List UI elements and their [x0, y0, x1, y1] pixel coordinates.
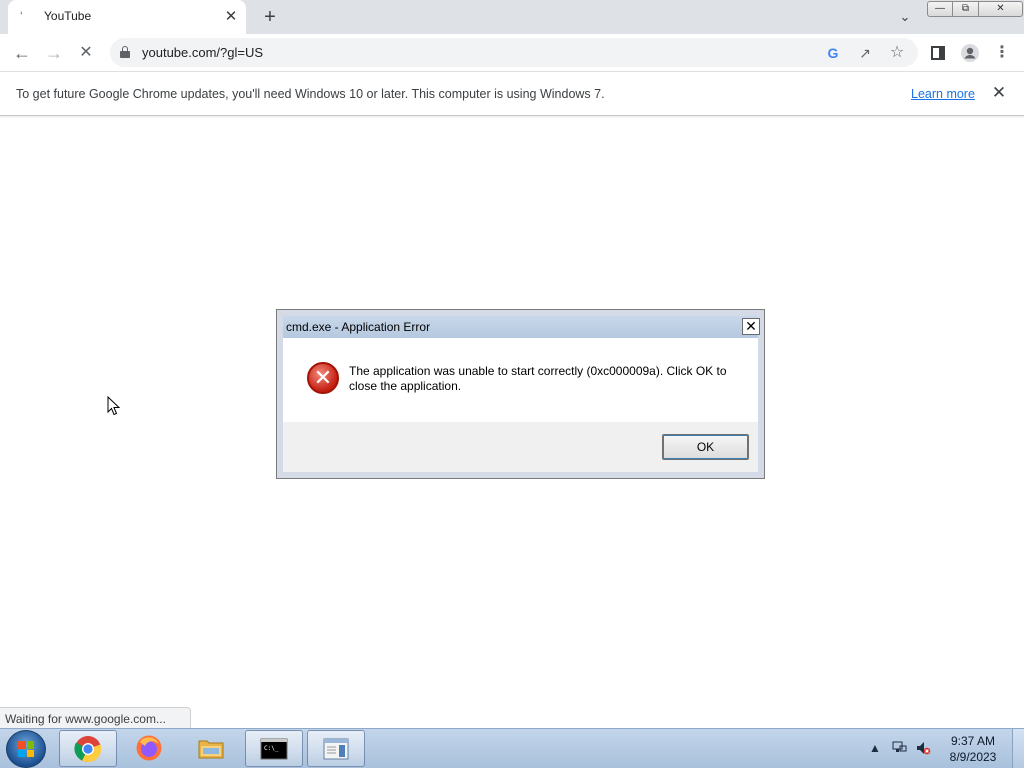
status-text: Waiting for www.google.com... — [5, 712, 166, 726]
update-infobar: To get future Google Chrome updates, you… — [0, 71, 1024, 116]
taskbar-app-firefox[interactable] — [121, 730, 179, 767]
close-window-icon[interactable]: ✕ — [979, 1, 1023, 17]
taskbar: C:\_ ▲ 9:37 AM 8/9/2023 — [0, 728, 1024, 768]
google-icon[interactable]: G — [823, 43, 843, 63]
application-error-dialog: cmd.exe - Application Error ✕ ✕ The appl… — [276, 309, 765, 479]
share-icon[interactable]: ↗ — [855, 43, 875, 63]
firefox-icon — [136, 735, 162, 761]
tab-youtube[interactable]: ‘ YouTube ✕ — [8, 0, 246, 34]
window-controls: — ⧉ ✕ — [927, 1, 1023, 17]
taskbar-app-chrome[interactable] — [59, 730, 117, 767]
chevron-down-icon[interactable]: ⌄ — [894, 6, 916, 28]
taskbar-app-window[interactable] — [307, 730, 365, 767]
tab-strip: ‘ YouTube ✕ + ⌄ — ⧉ ✕ — [0, 0, 1024, 34]
terminal-icon: C:\_ — [260, 738, 288, 760]
dialog-footer: OK — [283, 422, 758, 472]
lock-icon[interactable] — [120, 46, 130, 58]
svg-text:C:\_: C:\_ — [264, 745, 279, 752]
taskbar-app-cmd[interactable]: C:\_ — [245, 730, 303, 767]
dialog-title: cmd.exe - Application Error — [286, 320, 431, 334]
taskbar-app-explorer[interactable] — [183, 730, 241, 767]
clock[interactable]: 9:37 AM 8/9/2023 — [940, 733, 1006, 765]
stop-loading-icon[interactable]: ✕ — [73, 40, 99, 66]
infobar-message: To get future Google Chrome updates, you… — [16, 87, 605, 101]
chrome-icon — [74, 736, 102, 763]
star-icon[interactable]: ☆ — [887, 43, 907, 63]
start-button[interactable] — [6, 730, 46, 768]
dialog-titlebar[interactable]: cmd.exe - Application Error ✕ — [283, 316, 760, 338]
clock-date: 8/9/2023 — [949, 750, 997, 764]
volume-muted-icon[interactable] — [914, 737, 932, 759]
side-panel-icon[interactable] — [925, 40, 951, 66]
window-icon — [323, 738, 349, 760]
close-icon[interactable]: ✕ — [990, 84, 1008, 102]
plus-icon[interactable]: + — [258, 5, 282, 29]
kebab-menu-icon[interactable]: ⋮ — [989, 40, 1015, 66]
clock-time: 9:37 AM — [950, 734, 996, 748]
minimize-icon[interactable]: — — [927, 1, 953, 17]
folder-icon — [198, 740, 224, 759]
arrow-left-icon[interactable]: ← — [9, 40, 35, 66]
ok-button[interactable]: OK — [662, 434, 749, 460]
restore-icon[interactable]: ⧉ — [953, 1, 979, 17]
tray-expand-icon[interactable]: ▲ — [866, 737, 884, 759]
network-icon[interactable] — [890, 737, 908, 759]
mouse-cursor-icon — [107, 396, 121, 416]
show-desktop-button[interactable] — [1012, 729, 1024, 768]
profile-icon[interactable] — [957, 40, 983, 66]
loading-favicon-icon: ‘ — [20, 9, 23, 23]
learn-more-link[interactable]: Learn more — [911, 87, 975, 101]
error-message: The application was unable to start corr… — [349, 364, 727, 393]
dialog-close-button[interactable]: ✕ — [742, 318, 760, 335]
windows-logo-icon — [18, 741, 34, 757]
error-icon: ✕ — [307, 362, 339, 394]
tab-title: YouTube — [44, 9, 92, 23]
status-bubble: Waiting for www.google.com... — [0, 707, 191, 728]
arrow-right-icon[interactable]: → — [41, 40, 67, 66]
browser-toolbar: ← → ✕ youtube.com/?gl=US G ↗ ☆ ⋮ — [0, 34, 1024, 71]
address-bar[interactable]: youtube.com/?gl=US G ↗ ☆ — [110, 38, 918, 67]
dialog-body: ✕ The application was unable to start co… — [283, 338, 758, 422]
url-text[interactable]: youtube.com/?gl=US — [142, 45, 263, 60]
close-icon[interactable]: ✕ — [222, 8, 240, 26]
